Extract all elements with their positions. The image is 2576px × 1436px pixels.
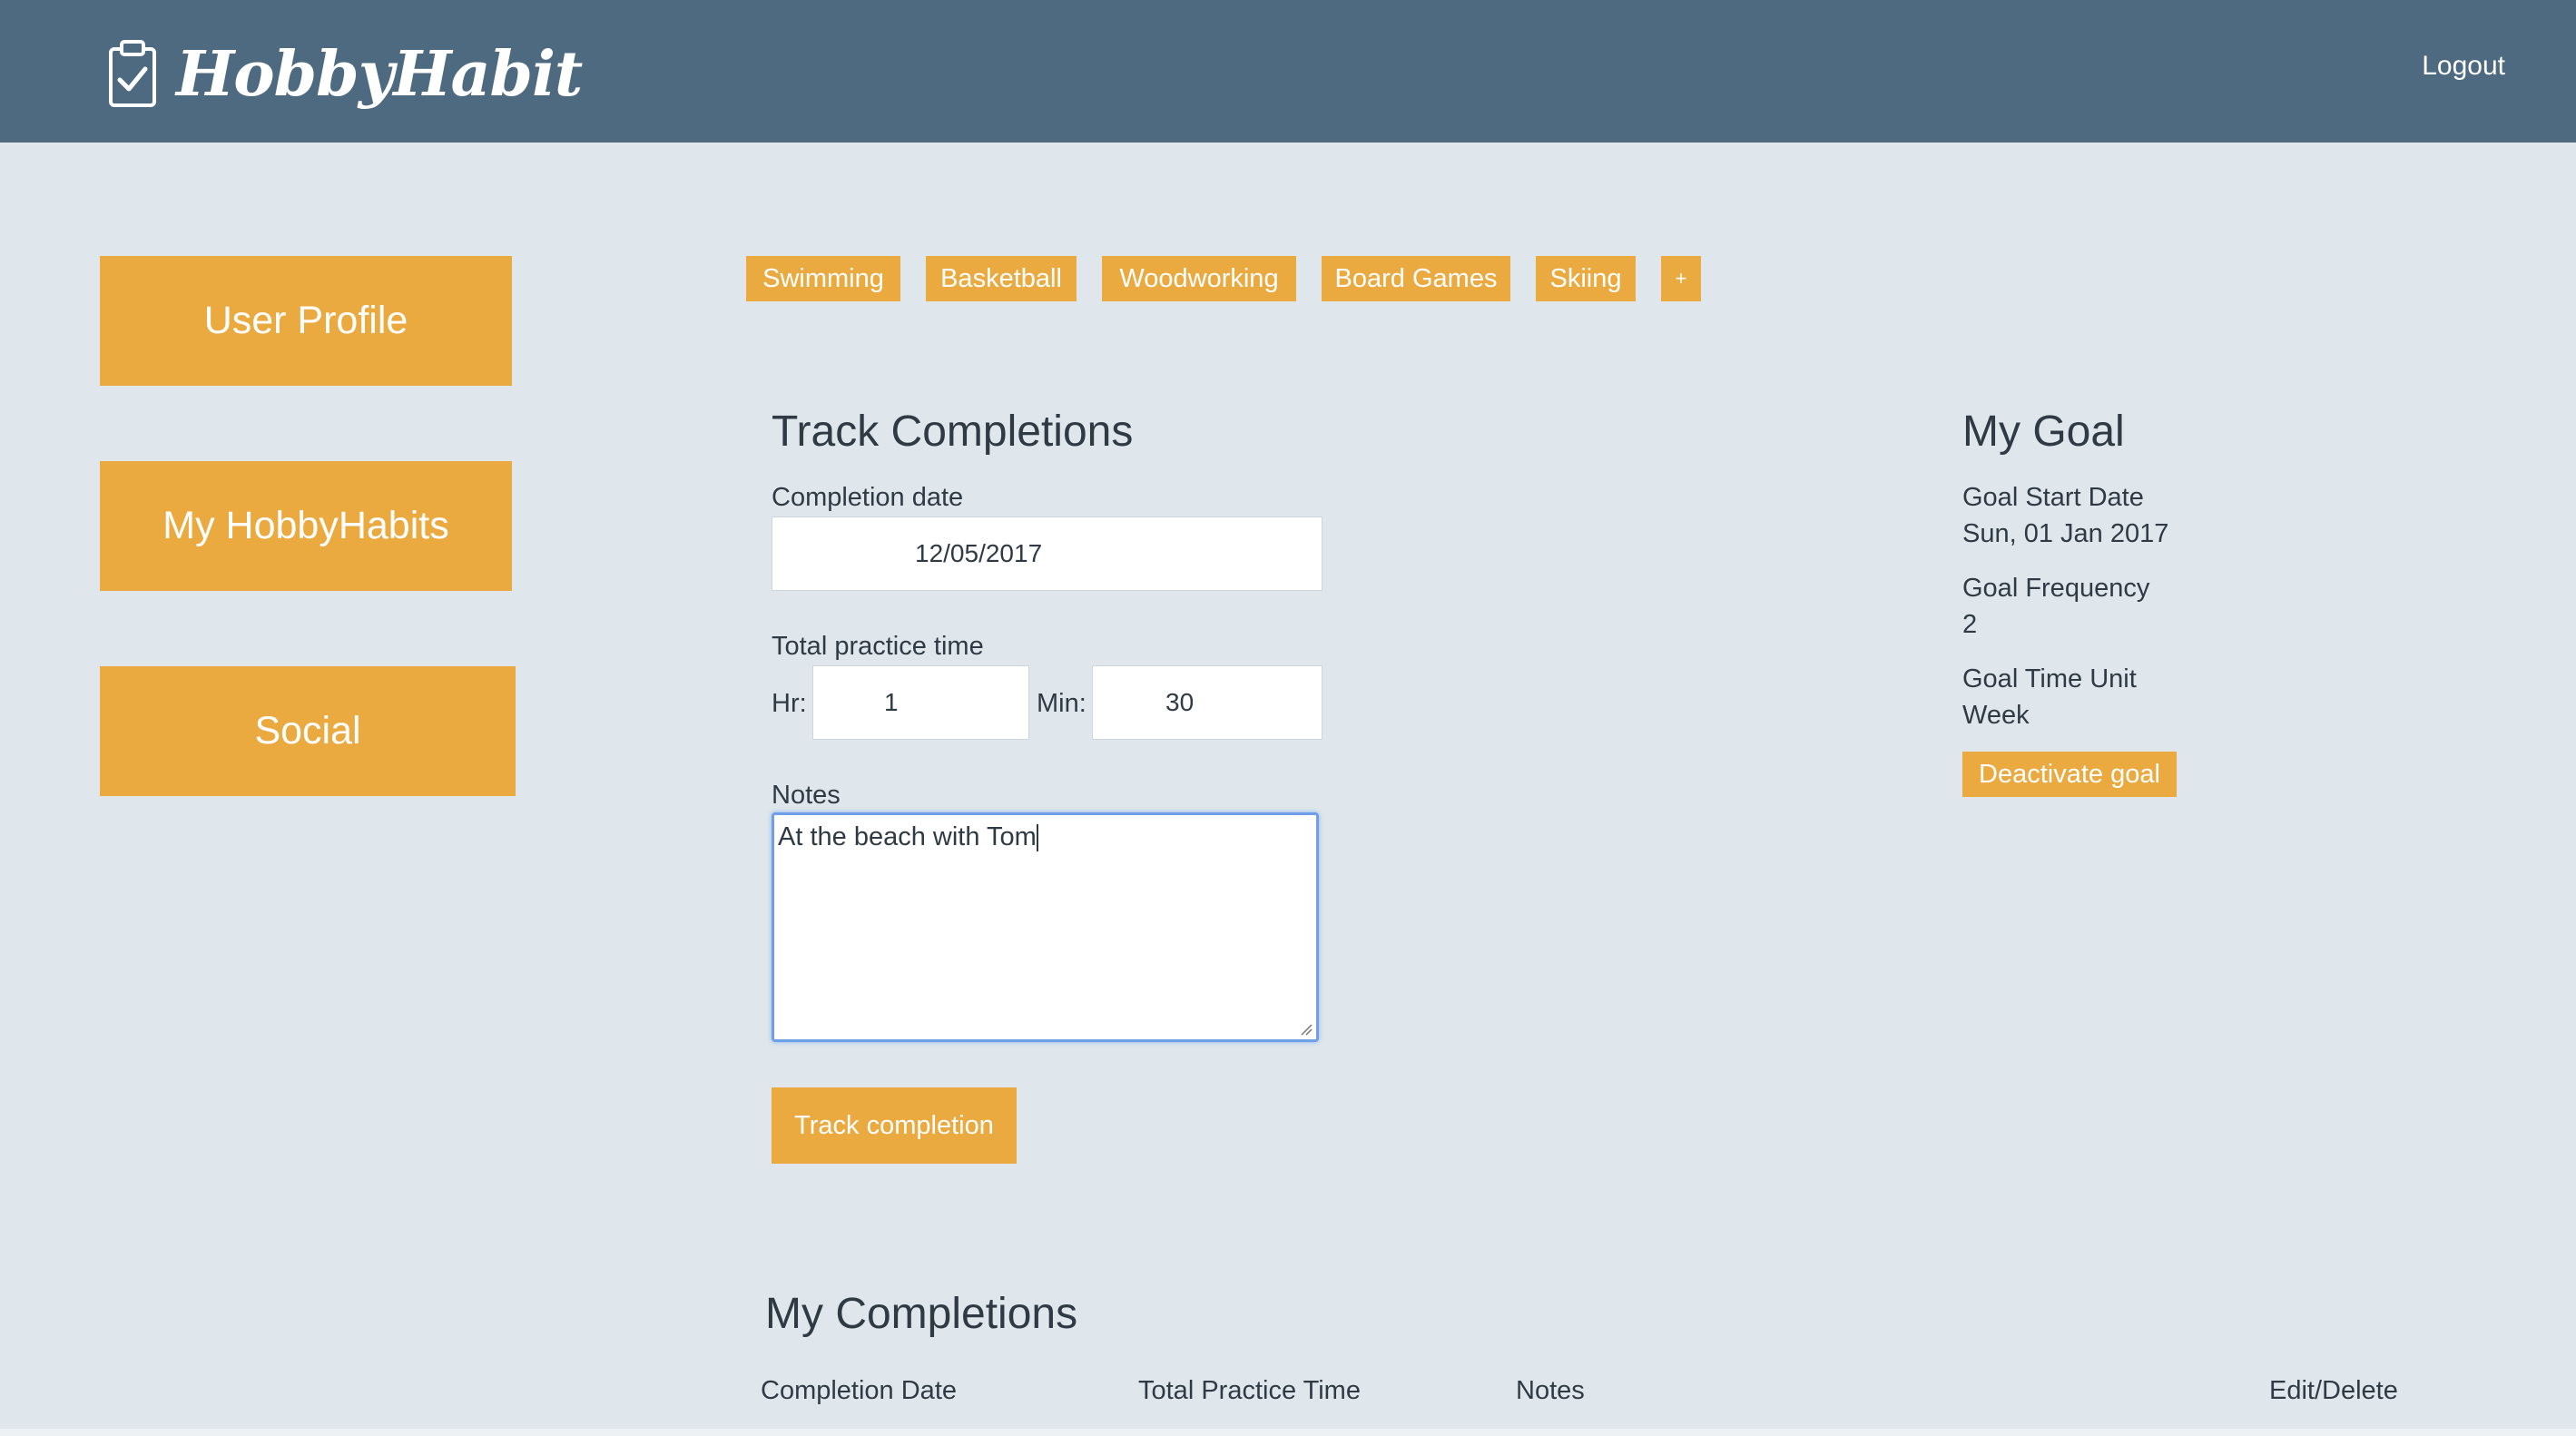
deactivate-goal-button[interactable]: Deactivate goal bbox=[1962, 752, 2177, 797]
brand-logo[interactable]: HobbyHabit bbox=[107, 33, 583, 116]
goal-start-date-label: Goal Start Date bbox=[1962, 483, 2144, 512]
goal-time-unit-label: Goal Time Unit bbox=[1962, 664, 2137, 693]
top-navbar: HobbyHabit Logout bbox=[0, 0, 2576, 143]
sidebar-item-my-hobbyhabits[interactable]: My HobbyHabits bbox=[100, 461, 512, 591]
hobby-tab-swimming[interactable]: Swimming bbox=[746, 256, 900, 301]
hours-input[interactable]: 1 bbox=[812, 665, 1029, 740]
goal-frequency-label: Goal Frequency bbox=[1962, 574, 2150, 603]
clipboard-check-icon bbox=[109, 40, 156, 107]
practice-time-label: Total practice time bbox=[772, 632, 984, 661]
minutes-input[interactable]: 30 bbox=[1092, 665, 1322, 740]
completion-date-field[interactable]: 12/05/2017 bbox=[772, 516, 1322, 591]
goal-time-unit-value: Week bbox=[1962, 701, 2030, 730]
track-completion-button[interactable]: Track completion bbox=[772, 1087, 1017, 1164]
add-hobby-button[interactable]: + bbox=[1661, 256, 1701, 301]
notes-textarea[interactable]: At the beach with Tom bbox=[772, 812, 1319, 1042]
completion-date-value: 12/05/2017 bbox=[915, 539, 1043, 567]
text-caret bbox=[1036, 824, 1038, 852]
hobby-tab-skiing[interactable]: Skiing bbox=[1536, 256, 1636, 301]
hours-label: Hr: bbox=[772, 689, 807, 718]
track-completions-title: Track Completions bbox=[772, 408, 1134, 456]
notes-value: At the beach with Tom bbox=[778, 822, 1037, 851]
hobby-tab-board-games[interactable]: Board Games bbox=[1322, 256, 1510, 301]
hobby-tab-basketball[interactable]: Basketball bbox=[926, 256, 1077, 301]
column-header-notes: Notes bbox=[1516, 1376, 1585, 1405]
column-header-completion-date: Completion Date bbox=[761, 1376, 957, 1405]
minutes-value: 30 bbox=[1165, 688, 1195, 716]
completion-date-label: Completion date bbox=[772, 483, 964, 512]
notes-label: Notes bbox=[772, 781, 841, 810]
page-bottom-divider bbox=[0, 1429, 2576, 1436]
sidebar-item-social[interactable]: Social bbox=[100, 666, 516, 796]
minutes-label: Min: bbox=[1037, 689, 1086, 718]
sidebar-item-user-profile[interactable]: User Profile bbox=[100, 256, 512, 386]
goal-frequency-value: 2 bbox=[1962, 610, 1978, 639]
my-completions-title: My Completions bbox=[765, 1290, 1078, 1338]
goal-start-date-value: Sun, 01 Jan 2017 bbox=[1962, 519, 2169, 548]
column-header-edit-delete: Edit/Delete bbox=[2269, 1376, 2398, 1405]
hobby-tab-woodworking[interactable]: Woodworking bbox=[1102, 256, 1296, 301]
logout-link[interactable]: Logout bbox=[2422, 51, 2505, 82]
brand-name: HobbyHabit bbox=[176, 38, 583, 111]
hours-value: 1 bbox=[884, 688, 899, 716]
resize-grip-icon[interactable] bbox=[1300, 1023, 1313, 1036]
my-goal-title: My Goal bbox=[1962, 408, 2125, 456]
column-header-practice-time: Total Practice Time bbox=[1138, 1376, 1361, 1405]
